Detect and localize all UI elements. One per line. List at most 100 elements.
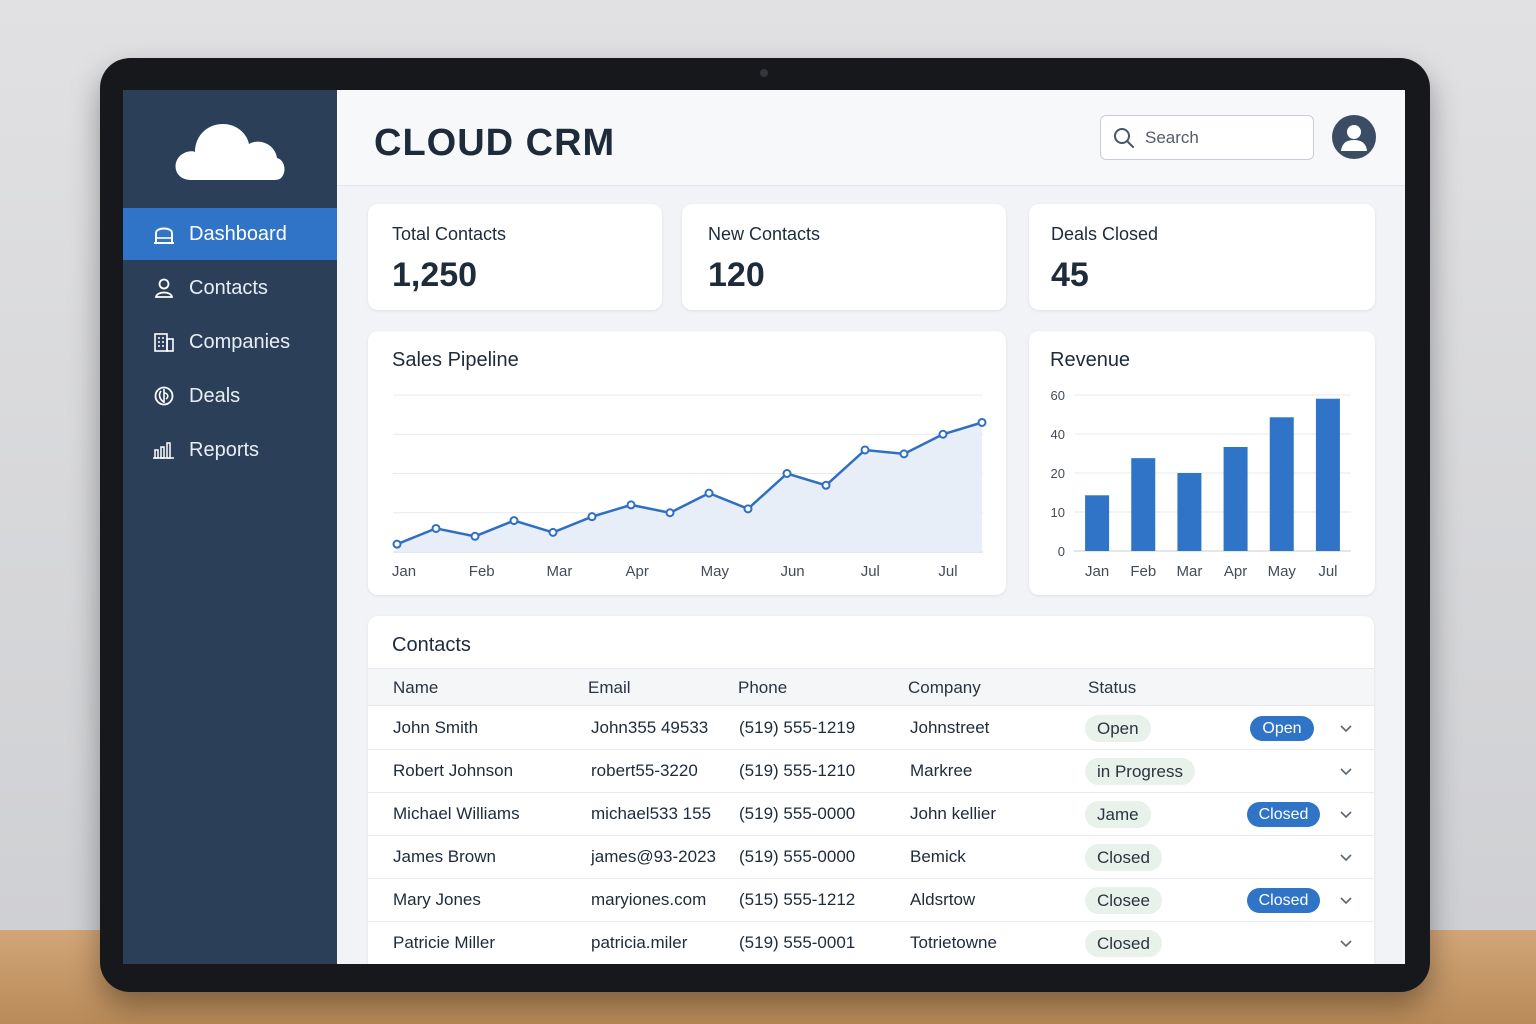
x-tick-label: Jun [780,563,804,580]
pipeline-point [743,504,753,514]
table-row[interactable]: John Smith John355 49533 (519) 555-1219 Joh… [368,707,1374,750]
pipeline-point [860,445,870,455]
revenue-bar [1177,473,1202,551]
cell-name: John Smith [393,718,479,737]
sidebar: Dashboard Contacts Companies Deals Reports [123,90,337,964]
status-pill: Closed [1085,930,1162,957]
stat-card-new-contacts: New Contacts 120 [682,204,1006,310]
bar-chart-icon [151,439,177,461]
user-avatar-icon [1341,125,1367,151]
sidebar-item-label: Companies [189,330,291,353]
tablet-device: Dashboard Contacts Companies Deals Reports C… [100,58,1430,992]
pipeline-point [938,429,948,439]
pipeline-point [821,480,831,490]
chevron-down-icon[interactable] [1338,806,1354,822]
pipeline-point [665,508,675,518]
search-box[interactable] [1100,115,1314,160]
main-content: CLOUD CRM Total Contacts [337,90,1405,964]
y-tick-label: 20 [1051,466,1065,481]
cell-company: John kellier [910,804,996,823]
pipeline-point [977,417,987,427]
x-tick-label: May [1268,563,1297,580]
column-header-name[interactable]: Name [393,678,438,698]
building-icon [151,331,177,353]
search-icon [1114,127,1134,148]
chevron-down-icon[interactable] [1338,720,1354,736]
sidebar-item-label: Reports [189,438,260,461]
stat-card-deals-closed: Deals Closed 45 [1029,204,1375,310]
x-tick-label: Feb [469,563,495,580]
x-tick-label: Apr [625,563,648,580]
chevron-down-icon[interactable] [1338,935,1354,951]
sidebar-item-contacts[interactable]: Contacts [123,262,337,314]
stat-label: Total Contacts [392,224,507,244]
cell-phone: (519) 555-0001 [739,933,856,952]
stat-value: 120 [708,256,765,294]
cloud-logo-icon [175,124,285,180]
sidebar-item-reports[interactable]: Reports [123,424,337,476]
user-avatar[interactable] [1332,115,1376,159]
table-title: Contacts [392,634,471,656]
x-tick-label: Feb [1130,563,1156,580]
table-row[interactable]: Patricie Miller patricia.miler (519) 555-0… [368,922,1374,964]
sidebar-nav: Dashboard Contacts Companies Deals Reports [123,208,337,478]
pipeline-point [782,469,792,478]
cell-name: Mary Jones [393,890,481,909]
sidebar-item-deals[interactable]: Deals [123,370,337,422]
stat-value: 45 [1051,256,1089,294]
cell-email: robert55-3220 [591,761,698,780]
table-header: Name Email Phone Company Status [368,668,1374,706]
pipeline-point [548,527,558,537]
column-header-company[interactable]: Company [908,678,981,698]
home-icon [151,223,177,245]
stat-card-total-contacts: Total Contacts 1,250 [368,204,662,310]
status-pill: in Progress [1085,758,1195,785]
column-header-status[interactable]: Status [1088,678,1136,698]
table-row[interactable]: Michael Williams michael533 155 (519) 555-… [368,793,1374,836]
revenue-bar [1269,417,1294,551]
user-icon [151,277,177,299]
stat-value: 1,250 [392,256,478,294]
chevron-down-icon[interactable] [1338,892,1354,908]
y-tick-label: 0 [1058,544,1065,559]
status-badge[interactable]: Closed [1247,802,1320,827]
revenue-bar [1315,398,1340,551]
cell-email: james@93-2023 [591,847,716,866]
y-tick-label: 60 [1051,388,1065,403]
column-header-phone[interactable]: Phone [738,678,787,698]
pipeline-point [392,539,402,549]
pipeline-point [587,512,597,522]
column-header-email[interactable]: Email [588,678,631,698]
status-badge[interactable]: Closed [1247,888,1320,913]
x-tick-label: Mar [547,563,573,580]
revenue-bar [1131,458,1156,551]
sidebar-item-companies[interactable]: Companies [123,316,337,368]
cell-name: Robert Johnson [393,761,514,780]
sidebar-item-dashboard[interactable]: Dashboard [123,208,337,260]
x-tick-label: Jul [938,563,957,580]
status-badge[interactable]: Open [1250,716,1314,741]
top-bar: CLOUD CRM [337,90,1405,186]
pipeline-point [470,531,480,541]
chevron-down-icon[interactable] [1338,849,1354,865]
sidebar-item-label: Contacts [189,276,268,299]
status-pill: Open [1085,715,1151,742]
pipeline-point [431,523,441,533]
x-tick-label: Mar [1176,563,1202,580]
camera-dot [760,69,768,77]
chevron-down-icon[interactable] [1338,763,1354,779]
table-row[interactable]: Mary Jones maryiones.com (515) 555-1212 Ald… [368,879,1374,922]
cell-phone: (519) 555-1210 [739,761,856,780]
sidebar-item-label: Dashboard [189,222,287,245]
cell-email: michael533 155 [591,804,712,823]
table-row[interactable]: James Brown james@93-2023 (519) 555-0000 Be… [368,836,1374,879]
x-tick-label: Jan [1085,563,1109,580]
cell-name: Patricie Miller [393,933,496,952]
table-row[interactable]: Robert Johnson robert55-3220 (519) 555-121… [368,750,1374,793]
search-input[interactable] [1145,127,1295,148]
cell-email: maryiones.com [591,890,707,909]
sales-pipeline-card: Sales Pipeline Jan Feb Mar Apr May Jun Jul Jul [368,331,1006,595]
revenue-card: Revenue 60 40 20 10 0 Jan Feb Mar Apr May Jul [1029,331,1375,595]
screen: Dashboard Contacts Companies Deals Reports C… [123,90,1405,964]
x-tick-label: Jul [1318,563,1337,580]
